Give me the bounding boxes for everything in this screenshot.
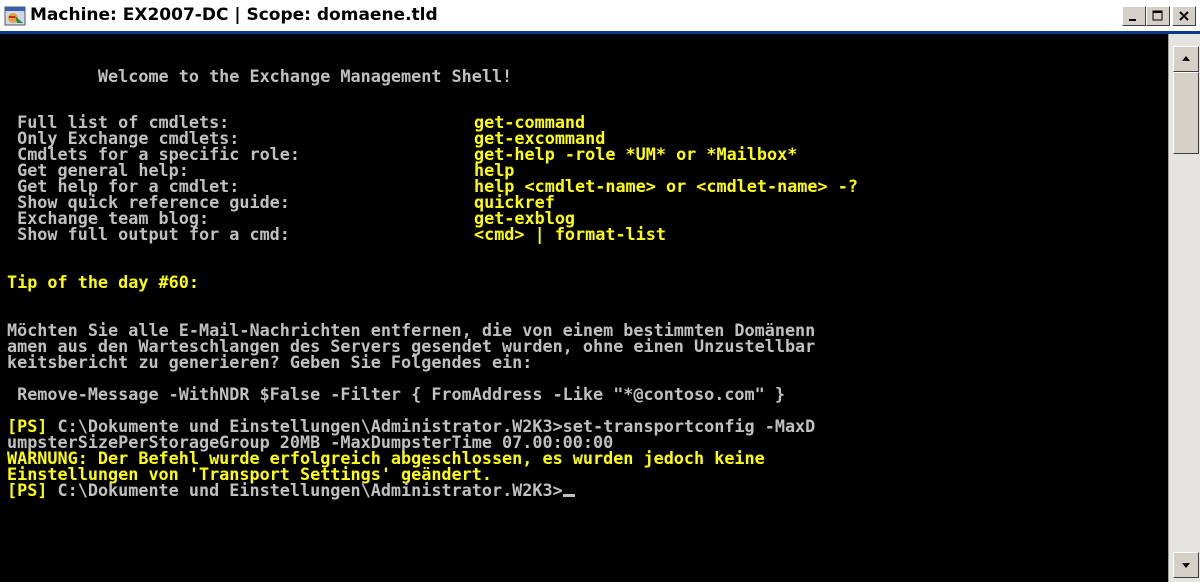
text-cursor [562,494,575,497]
prompt-path: C:\Dokumente und Einstellungen\Administr… [47,480,563,500]
console-window: Machine: EX2007-DC | Scope: domaene.tld … [0,0,1200,582]
welcome-line: Welcome to the Exchange Management Shell… [7,66,513,86]
scroll-up-button[interactable] [1173,46,1199,72]
arrow-up-icon [1182,56,1190,61]
scroll-down-button[interactable] [1173,552,1199,578]
window-title: Machine: EX2007-DC | Scope: domaene.tld [30,5,438,25]
help-command: get-help -role *UM* or *Mailbox* [474,144,798,164]
close-button[interactable] [1172,6,1196,26]
arrow-down-icon [1182,563,1190,568]
help-command: <cmd> | format-list [474,224,666,244]
maximize-icon [1152,10,1163,21]
ps-prompt-marker: [PS] [7,480,48,500]
help-label: Show full output for a cmd: [7,224,290,244]
current-prompt-line[interactable]: [PS] C:\Dokumente und Einstellungen\Admi… [7,482,575,498]
tip-example-command: Remove-Message -WithNDR $False -Filter {… [7,384,785,404]
vertical-scrollbar[interactable] [1168,34,1200,582]
minimize-icon [1129,19,1136,21]
title-bar[interactable]: Machine: EX2007-DC | Scope: domaene.tld [0,0,1200,34]
close-icon [1179,11,1189,21]
powershell-icon [4,6,26,26]
maximize-button[interactable] [1146,6,1170,26]
tip-title: Tip of the day #60: [7,272,199,292]
tip-text-line: keitsbericht zu generieren? Geben Sie Fo… [7,352,533,372]
minimize-button[interactable] [1122,6,1146,26]
console-output[interactable]: Welcome to the Exchange Management Shell… [0,34,1168,582]
scrollbar-thumb[interactable] [1173,72,1199,154]
